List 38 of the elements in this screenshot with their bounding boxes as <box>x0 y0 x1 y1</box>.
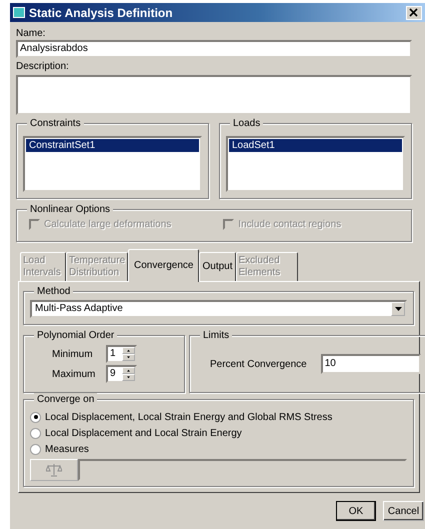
dialog-button[interactable]: OK <box>336 501 376 521</box>
spinner-label: Minimum <box>52 348 94 360</box>
spinner-field[interactable]: 9 <box>106 365 137 383</box>
dropdown-arrow-icon <box>394 307 402 311</box>
radio-button[interactable] <box>30 444 41 454</box>
window-icon <box>13 7 25 18</box>
field-label: Name: <box>16 27 46 40</box>
description-field[interactable] <box>16 75 412 115</box>
group-title: Polynomial Order <box>34 329 118 342</box>
radio-label: Measures <box>45 444 89 454</box>
spin-up-icon[interactable] <box>122 347 135 354</box>
radio-label: Local Displacement and Local Strain Energy <box>45 428 242 438</box>
group-title: Nonlinear Options <box>27 203 114 216</box>
dialog-button[interactable]: Cancel <box>383 501 424 521</box>
list-item[interactable]: ConstraintSet1 <box>26 139 199 152</box>
measures-button[interactable] <box>30 459 78 481</box>
spinner-label: Maximum <box>52 368 96 380</box>
radio-button[interactable] <box>30 412 41 422</box>
checkbox-label: Include contact regions <box>238 219 342 230</box>
method-dropdown[interactable]: Multi-Pass Adaptive <box>30 300 407 318</box>
window-title: Static Analysis Definition <box>29 6 173 20</box>
field-label: Percent Convergence <box>210 358 307 370</box>
percent-convergence-field[interactable]: 10 <box>320 354 421 374</box>
spin-down-icon[interactable] <box>122 374 135 381</box>
list-item[interactable]: LoadSet1 <box>229 139 402 152</box>
spinner-field[interactable]: 1 <box>106 345 137 363</box>
spin-down-icon[interactable] <box>122 354 135 361</box>
radio-button[interactable] <box>30 428 41 438</box>
tab[interactable]: Convergence <box>128 249 200 282</box>
radio-label: Local Displacement, Local Strain Energy and Global RMS Stress <box>45 412 332 422</box>
field-label: Description: <box>16 60 70 73</box>
name-field[interactable]: Analysisrabdos <box>16 40 412 58</box>
group-title: Converge on <box>34 393 98 406</box>
tab[interactable]: Output <box>199 252 236 281</box>
scale-icon <box>46 463 62 477</box>
spin-up-icon[interactable] <box>122 367 135 374</box>
close-icon[interactable] <box>406 6 422 20</box>
checkbox-label: Calculate large deformations <box>44 219 172 230</box>
